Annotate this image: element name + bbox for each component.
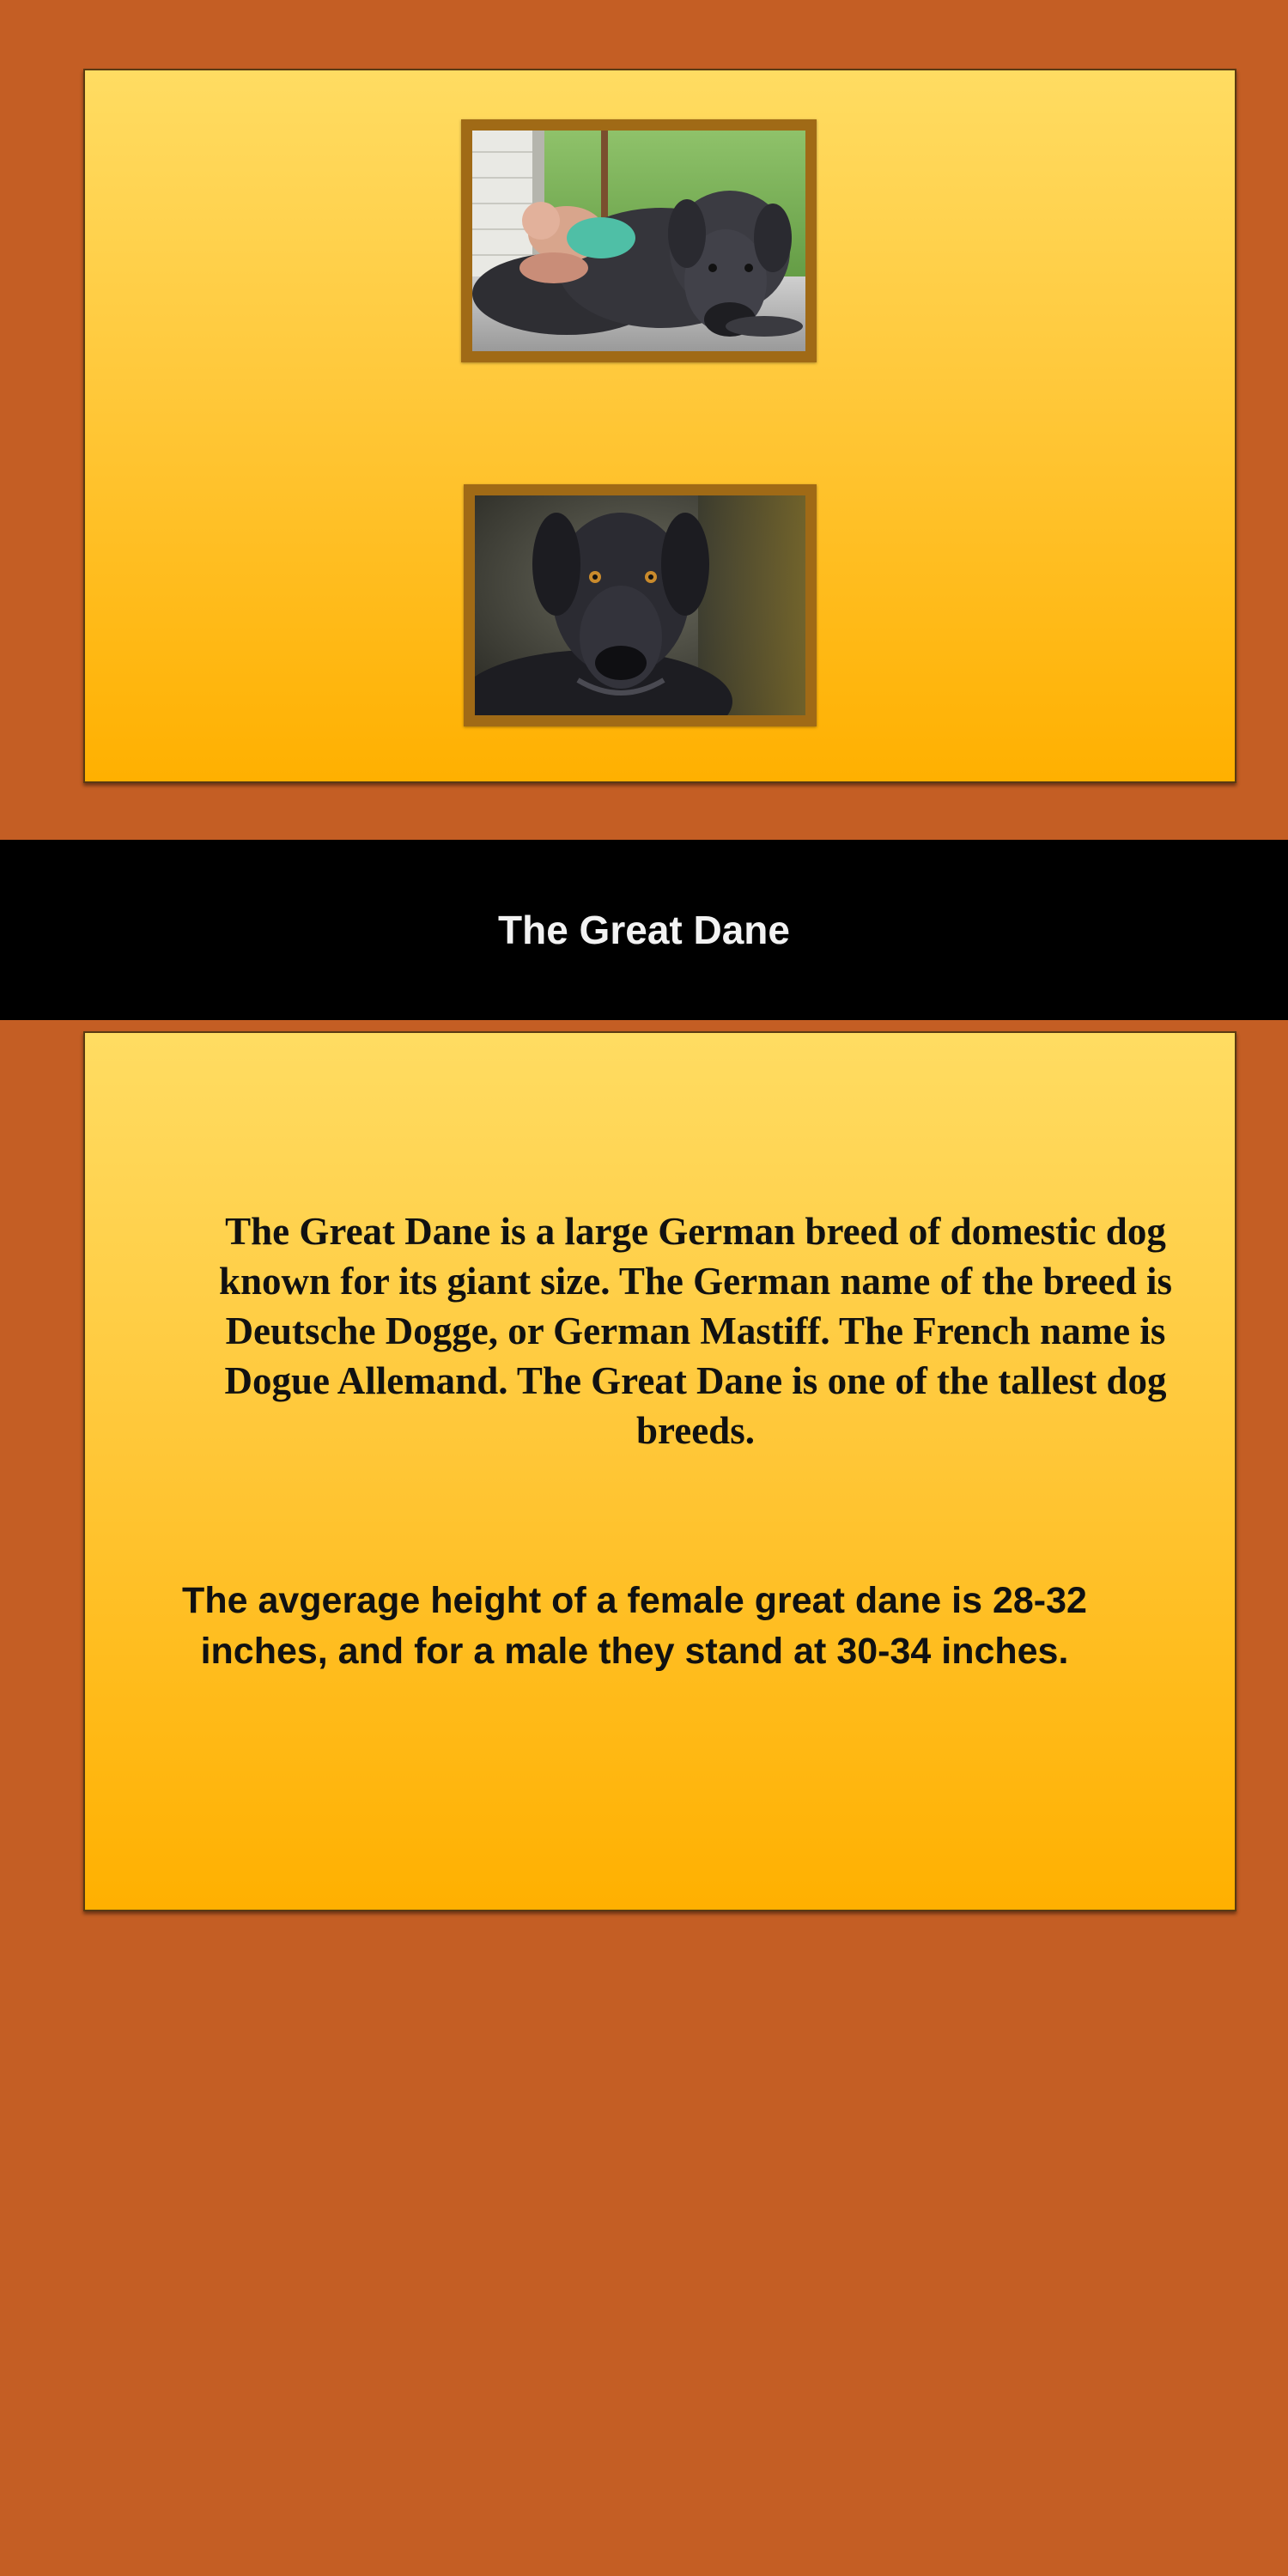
image-panel <box>83 69 1236 783</box>
title-bar: The Great Dane <box>0 840 1288 1020</box>
dog-with-baby-photo <box>472 131 805 351</box>
content-panel: The Great Dane is a large German breed o… <box>83 1031 1236 1911</box>
dog-portrait-photo <box>475 495 805 715</box>
photo-frame <box>461 119 817 362</box>
height-fact: The avgerage height of a female great da… <box>182 1580 1087 1672</box>
photo-frame <box>464 484 817 726</box>
breed-description: The Great Dane is a large German breed o… <box>219 1210 1172 1452</box>
page-title: The Great Dane <box>498 908 790 952</box>
